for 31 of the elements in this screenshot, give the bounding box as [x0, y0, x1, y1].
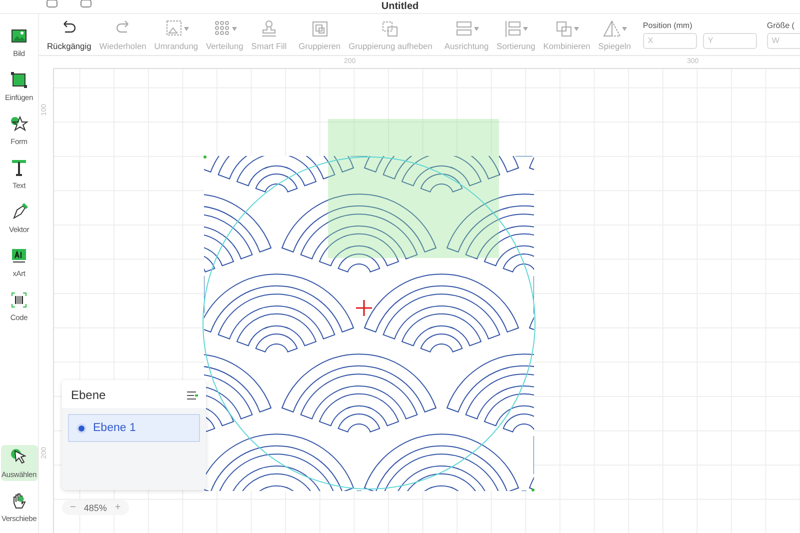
x-input-field[interactable]: X	[642, 32, 697, 48]
panel-title: Ebene	[71, 388, 106, 402]
caret-icon	[232, 26, 238, 30]
star-icon	[9, 114, 29, 134]
size-label: Größe (	[766, 20, 796, 30]
ungroup-icon	[380, 18, 400, 38]
menu-icon	[187, 390, 198, 400]
width-input-field[interactable]: W	[766, 32, 800, 48]
text-icon	[9, 158, 29, 178]
caret-icon	[523, 26, 528, 30]
zoom-level: 485%	[84, 502, 107, 512]
image-frame-icon	[164, 18, 184, 38]
barcode-icon	[9, 290, 29, 310]
zoom-in-button[interactable]: +	[114, 502, 121, 513]
align-icon	[454, 18, 474, 38]
caret-icon	[574, 26, 580, 30]
insert-frame-icon	[9, 70, 29, 90]
toolbar-button[interactable]: Rückgängig	[43, 14, 96, 55]
zoom-out-button[interactable]: −	[70, 502, 76, 513]
combine-icon	[554, 18, 574, 38]
caret-icon	[474, 26, 479, 30]
window-title: Untitled	[381, 0, 419, 12]
caret-icon	[622, 26, 628, 30]
position-label: Position (mm)	[642, 20, 694, 30]
sort-icon	[503, 18, 524, 38]
mirror-triangle-icon	[602, 18, 622, 38]
group-icon	[310, 18, 330, 38]
layer-item[interactable]: Ebene 1	[68, 414, 200, 442]
radio-icon	[76, 422, 87, 434]
caret-icon	[184, 26, 189, 30]
y-input-field[interactable]: Y	[702, 32, 757, 48]
